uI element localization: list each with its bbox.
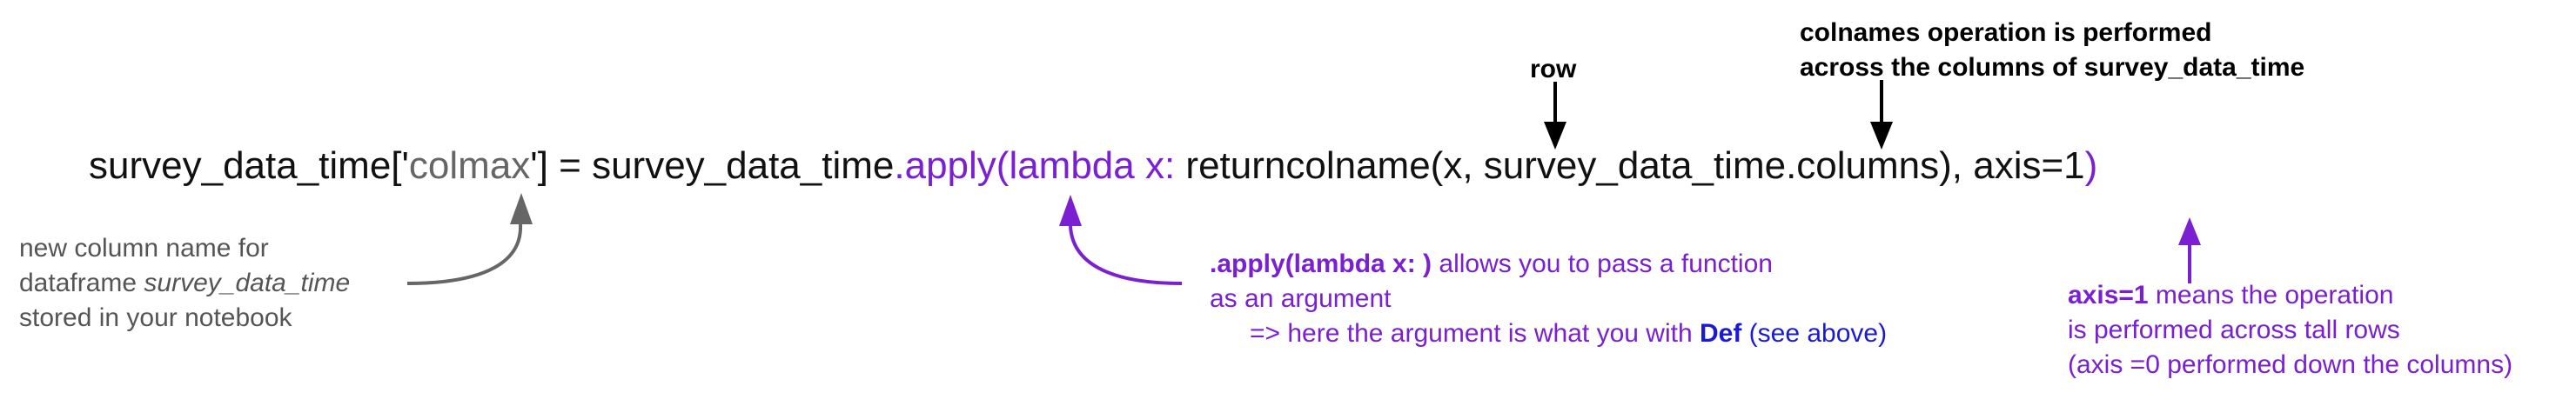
- colnames-label: colnames operation is performed across t…: [1800, 16, 2304, 85]
- see-above-text: (see above): [1748, 319, 1888, 348]
- colnames-arrow: [1870, 80, 1893, 150]
- row-label: row: [1530, 55, 1577, 83]
- new-column-note-italic: survey_data_time: [144, 269, 351, 297]
- code-part1: survey_data_time[': [89, 144, 409, 187]
- apply-note-line3-prefix: => here the argument is what you with: [1250, 319, 1700, 348]
- apply-arrow: [1059, 195, 1183, 285]
- code-apply: .apply(lambda x:: [894, 144, 1176, 187]
- axis-note-line2: is performed across tall rows: [2068, 316, 2400, 344]
- axis-arrow: [2178, 217, 2201, 283]
- apply-note-line1: .apply(lambda x: ) allows you to pass a …: [1210, 247, 1887, 282]
- colnames-label-line1: colnames operation is performed: [1800, 18, 2212, 47]
- apply-note: .apply(lambda x: ) allows you to pass a …: [1210, 247, 1887, 351]
- new-column-note-line1: new column name for: [19, 234, 269, 263]
- new-column-note-prefix: dataframe: [19, 269, 144, 297]
- code-part2: '] = survey_data_time: [530, 144, 895, 187]
- new-column-note-line2: dataframe survey_data_time: [19, 266, 350, 301]
- new-column-note: new column name for dataframe survey_dat…: [19, 231, 350, 336]
- axis-note-bold: axis=1: [2068, 281, 2149, 309]
- row-arrow: [1544, 82, 1566, 150]
- apply-note-line3: => here the argument is what you with De…: [1210, 316, 1887, 351]
- axis-note: axis=1 means the operation is performed …: [2068, 278, 2512, 383]
- code-colmax: colmax: [408, 144, 531, 187]
- code-part3: returncolname(x, survey_data_time.column…: [1175, 144, 2085, 187]
- axis-note-line3: (axis =0 performed down the columns): [2068, 350, 2513, 379]
- apply-note-bold: .apply(lambda x: ): [1210, 250, 1432, 278]
- code-close-paren: ): [2084, 144, 2098, 187]
- apply-note-rest: allows you to pass a function: [1432, 250, 1773, 278]
- def-keyword: Def: [1699, 319, 1742, 348]
- axis-note-line1: axis=1 means the operation: [2068, 278, 2512, 313]
- new-column-note-line3: stored in your notebook: [19, 303, 292, 332]
- code-line: survey_data_time['colmax'] = survey_data…: [89, 144, 2097, 188]
- colmax-arrow: [406, 193, 533, 285]
- colnames-label-line2: across the columns of survey_data_time: [1800, 53, 2305, 82]
- apply-note-line2: as an argument: [1210, 284, 1392, 313]
- axis-note-rest: means the operation: [2148, 281, 2394, 309]
